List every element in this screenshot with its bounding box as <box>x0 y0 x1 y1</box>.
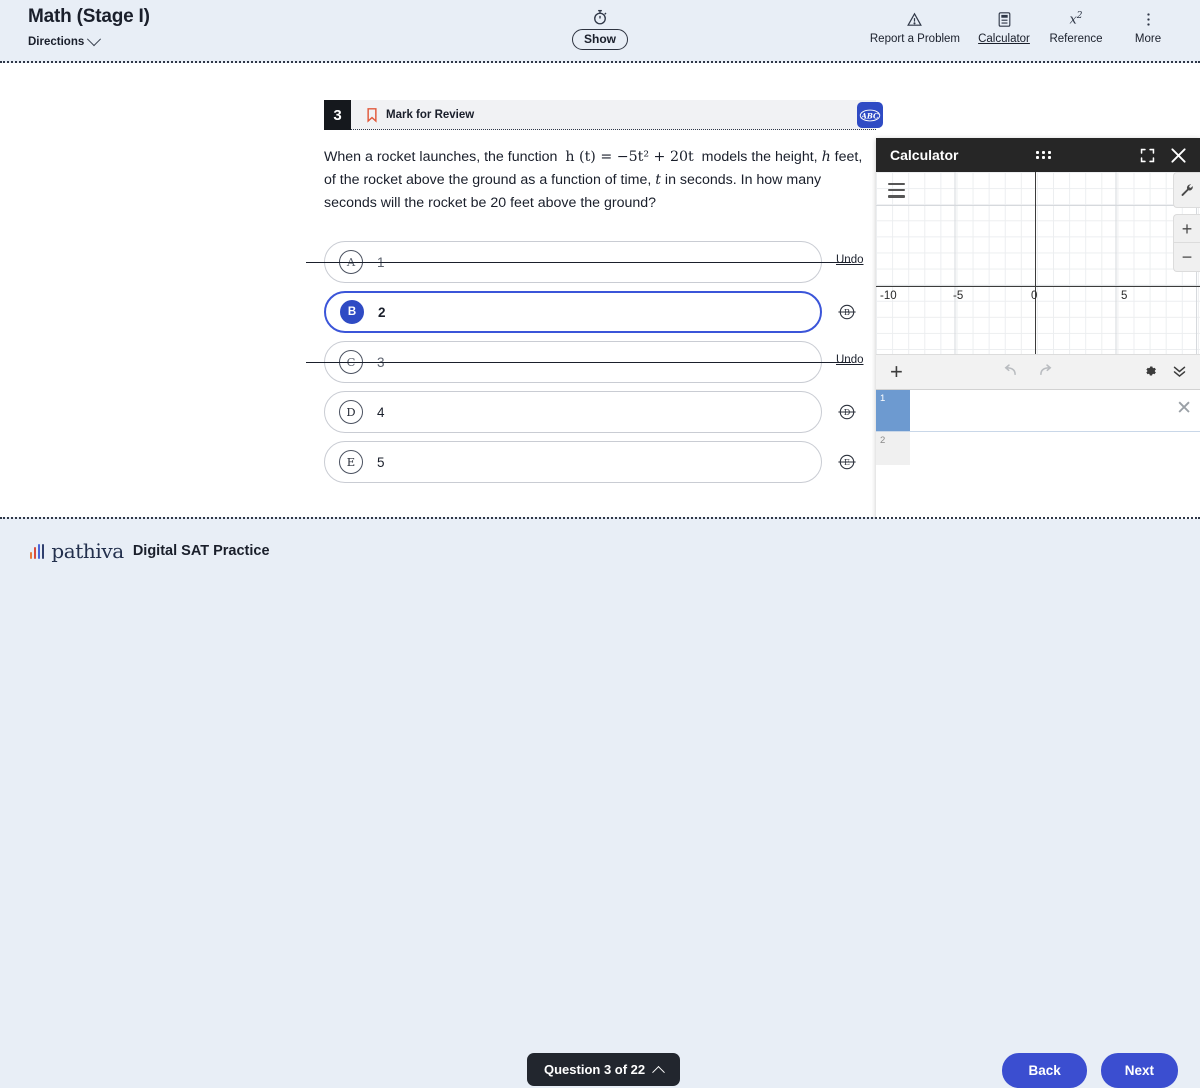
add-expression-button[interactable]: + <box>890 361 903 383</box>
mark-for-review-label[interactable]: Mark for Review <box>386 109 474 121</box>
clear-icon[interactable]: ✕ <box>1176 399 1192 418</box>
double-chevron-down-icon[interactable] <box>1171 364 1188 384</box>
close-icon[interactable] <box>1169 146 1188 170</box>
x-axis <box>876 286 1200 287</box>
question-progress-button[interactable]: Question 3 of 22 <box>527 1053 681 1086</box>
hamburger-menu-icon[interactable] <box>888 183 905 202</box>
choice-letter-c: C <box>339 350 363 374</box>
choice-letter-e: E <box>339 450 363 474</box>
choice-row: B 2 B <box>324 291 876 335</box>
choice-text-c: 3 <box>377 354 385 370</box>
x-tick-label: 0 <box>1031 290 1038 302</box>
brand-subtitle: Digital SAT Practice <box>132 543 270 559</box>
drag-handle-icon[interactable] <box>1036 151 1052 159</box>
question-text-part-2: models the height, <box>701 149 818 165</box>
app-header: Math (Stage I) Directions Show Report a … <box>0 0 1200 58</box>
expression-input[interactable] <box>910 432 1200 465</box>
x-tick-label: -5 <box>953 290 964 302</box>
brand-logo: pathiva Digital SAT Practice <box>30 539 270 563</box>
choice-letter-b: B <box>340 300 364 324</box>
back-button[interactable]: Back <box>1002 1053 1087 1088</box>
answer-choice-e[interactable]: E 5 <box>324 441 822 483</box>
expression-input[interactable]: ✕ <box>910 390 1200 431</box>
answer-choice-d[interactable]: D 4 <box>324 391 822 433</box>
calculator-title: Calculator <box>890 147 959 163</box>
question-formula: h (t) = −5t² + 20t <box>565 149 694 165</box>
expression-row[interactable]: 2 <box>876 432 1200 465</box>
report-a-problem-button[interactable]: Report a Problem <box>862 10 968 45</box>
choice-row: A 1 Undo <box>306 241 876 285</box>
navigation-buttons: Back Next <box>1002 1053 1178 1088</box>
app-footer: pathiva Digital SAT Practice Question 3 … <box>0 519 1200 1088</box>
more-button[interactable]: More <box>1112 10 1184 45</box>
abc-annotate-button[interactable]: ABC <box>857 102 883 128</box>
warning-triangle-icon <box>906 10 923 28</box>
header-tools: Report a Problem Calculator x2 Reference <box>862 10 1184 45</box>
y-axis <box>1035 172 1036 354</box>
calculator-button[interactable]: Calculator <box>968 10 1040 45</box>
cross-out-e-icon[interactable]: E <box>837 452 857 472</box>
cross-out-d-icon[interactable]: D <box>837 402 857 422</box>
vertical-dots-icon <box>1146 10 1151 28</box>
stopwatch-icon <box>591 8 609 26</box>
gear-icon[interactable] <box>1142 363 1158 384</box>
undo-eliminate-a[interactable]: Undo <box>836 254 864 266</box>
answer-choice-b[interactable]: B 2 <box>324 291 822 333</box>
calculator-toolbar: + <box>876 354 1200 390</box>
choice-row: E 5 E <box>324 441 876 485</box>
redo-arrow-icon[interactable] <box>1036 363 1054 384</box>
undo-eliminate-c[interactable]: Undo <box>836 354 864 366</box>
question-var-h: h <box>821 149 831 165</box>
svg-text:ABC: ABC <box>860 111 879 120</box>
choice-letter-d: D <box>339 400 363 424</box>
question-toolbar: 3 Mark for Review ABC <box>324 100 883 130</box>
pathiva-logo-mark-icon <box>30 543 45 559</box>
answer-choices: A 1 Undo B 2 B C 3 Undo D 4 D E 5 E <box>306 241 876 485</box>
zoom-in-button[interactable]: + <box>1173 214 1200 244</box>
expression-index: 1 <box>876 390 910 431</box>
expression-row[interactable]: 1 ✕ <box>876 390 1200 432</box>
choice-row: D 4 D <box>324 391 876 435</box>
next-button[interactable]: Next <box>1100 1053 1178 1088</box>
choice-row: C 3 Undo <box>306 341 876 385</box>
x-squared-icon: x2 <box>1069 10 1083 28</box>
bookmark-icon[interactable] <box>366 107 378 128</box>
question-toolbar-divider <box>351 129 876 130</box>
choice-text-e: 5 <box>377 454 385 470</box>
zoom-out-button[interactable]: − <box>1173 242 1200 272</box>
more-label: More <box>1134 33 1162 45</box>
expand-icon[interactable] <box>1139 147 1156 169</box>
grid-major <box>876 172 1200 354</box>
choice-text-d: 4 <box>377 404 385 420</box>
question-text-part-1: When a rocket launches, the function <box>324 149 558 165</box>
answer-choice-c[interactable]: C 3 <box>324 341 822 383</box>
calculator-label: Calculator <box>978 33 1030 45</box>
x-tick-label: -10 <box>880 290 897 302</box>
report-a-problem-label: Report a Problem <box>869 33 960 45</box>
expression-index: 2 <box>876 432 910 465</box>
calculator-titlebar: Calculator <box>876 138 1200 172</box>
x-tick-label: 5 <box>1121 290 1128 302</box>
calculator-icon <box>997 10 1012 28</box>
show-timer-button[interactable]: Show <box>572 29 628 51</box>
question-progress-label: Question 3 of 22 <box>544 1062 646 1077</box>
graph-area[interactable]: -10 -5 0 5 + − <box>876 172 1200 354</box>
calculator-panel: Calculator -10 -5 0 5 + − + 1 ✕ 2 <box>876 138 1200 555</box>
wrench-icon[interactable] <box>1173 172 1200 208</box>
question-number-badge: 3 <box>324 100 351 130</box>
reference-button[interactable]: x2 Reference <box>1040 10 1112 45</box>
question-panel: 3 Mark for Review ABC When a rocket laun… <box>306 63 883 491</box>
question-var-t: t <box>655 172 661 188</box>
choice-text-a: 1 <box>377 254 385 270</box>
question-text: When a rocket launches, the function h (… <box>324 146 872 215</box>
brand-name: pathiva <box>51 539 124 563</box>
main-content: 3 Mark for Review ABC When a rocket laun… <box>0 63 1200 555</box>
chevron-up-icon <box>652 1065 666 1079</box>
answer-choice-a[interactable]: A 1 <box>324 241 822 283</box>
undo-arrow-icon[interactable] <box>1002 363 1020 384</box>
choice-text-b: 2 <box>378 304 386 320</box>
cross-out-b-icon[interactable]: B <box>837 302 857 322</box>
reference-label: Reference <box>1049 33 1103 45</box>
choice-letter-a: A <box>339 250 363 274</box>
